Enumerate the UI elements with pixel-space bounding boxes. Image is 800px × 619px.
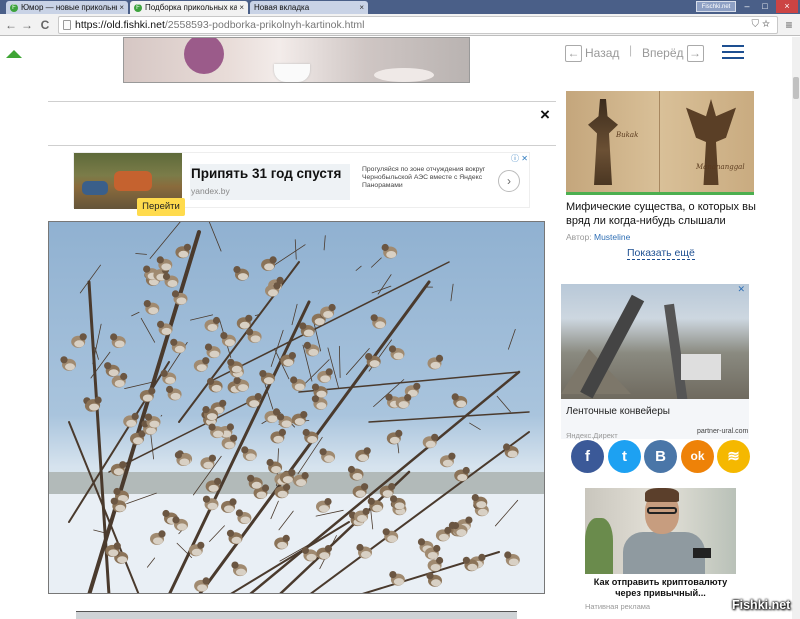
url-host: https://old.fishki.net (75, 19, 165, 31)
ad-domain: yandex.by (191, 186, 230, 196)
go-button[interactable]: Перейти (137, 198, 185, 216)
ad-card-title[interactable]: Ленточные конвейеры (566, 406, 670, 417)
tab-label: Подборка прикольных кар (145, 3, 238, 12)
image-caption: Bukak (616, 131, 639, 139)
native-ad-card[interactable]: Как отправить криптовалюту через привычн… (585, 488, 736, 611)
next-photo-preview (76, 611, 517, 619)
previous-article-photo (123, 37, 470, 83)
page-viewport: × Припять 31 год спустя yandex.by Прогул… (0, 37, 800, 619)
native-ad-image[interactable] (585, 488, 736, 574)
sparrows-illustration (49, 222, 544, 593)
next-article-button[interactable]: Вперёд → (642, 44, 707, 62)
window-user-badge: Fischki.net (696, 1, 736, 12)
back-button[interactable]: ← (4, 17, 18, 33)
odnoklassniki-icon[interactable]: ok (681, 440, 714, 473)
ad-card-conveyors[interactable]: ✕ Ленточные конвейеры (561, 284, 749, 439)
facebook-icon[interactable]: f (571, 440, 604, 473)
author-link[interactable]: Musteline (594, 232, 630, 242)
tab-humor[interactable]: F Юмор — новые прикольные... × (6, 1, 128, 14)
article-card-author: Автор: Musteline (566, 232, 756, 242)
article-card-mythical[interactable]: Bukak Manananggal Мифические существа, о… (566, 91, 756, 242)
ad-arrow-button[interactable]: › (498, 170, 520, 192)
image-caption: Manananggal (696, 163, 745, 171)
native-ad-label: Нативная реклама (585, 602, 651, 611)
prev-label: Назад (585, 46, 620, 60)
tab-bar: F Юмор — новые прикольные... × F Подборк… (0, 0, 800, 14)
prev-article-button[interactable]: ← Назад (562, 44, 619, 62)
ad-card-image[interactable]: ✕ (561, 284, 749, 399)
tab-podborka[interactable]: F Подборка прикольных кар × (130, 1, 248, 14)
article-card-image[interactable]: Bukak Manananggal (566, 91, 754, 195)
next-label: Вперёд (642, 46, 684, 60)
article-navigation: ← Назад | Вперёд → (556, 37, 792, 71)
native-ad-title[interactable]: Как отправить криптовалюту через привычн… (585, 577, 736, 599)
section-divider (48, 101, 556, 102)
arrow-left-icon: ← (565, 44, 582, 62)
nav-separator: | (629, 43, 633, 57)
scroll-top-arrow-icon[interactable] (6, 50, 22, 58)
twitter-icon[interactable]: t (608, 440, 641, 473)
forward-button[interactable]: → (20, 17, 34, 33)
fishki-favicon-icon: F (134, 3, 142, 12)
site-watermark: Fishki.net (732, 598, 791, 612)
tab-close-icon[interactable]: × (119, 3, 124, 12)
browser-toolbar: ← → C https://old.fishki.net/2558593-pod… (0, 14, 800, 36)
tab-close-icon[interactable]: × (239, 3, 244, 12)
ad-info-close-icon[interactable]: ⓘ ✕ (511, 153, 528, 164)
window-close-button[interactable]: × (776, 0, 798, 13)
rss-icon[interactable]: ≋ (717, 440, 750, 473)
tab-new[interactable]: Новая вкладка × (250, 1, 368, 14)
fishki-favicon-icon: F (10, 3, 18, 12)
url-path: /2558593-podborka-prikolnyh-kartinok.htm… (164, 19, 365, 31)
reload-button[interactable]: C (38, 17, 52, 33)
author-prefix: Автор: (566, 232, 592, 242)
scrollbar-thumb[interactable] (793, 77, 799, 99)
tab-label: Новая вкладка (254, 3, 310, 12)
tab-label: Юмор — новые прикольные... (21, 3, 117, 12)
browser-menu-button[interactable]: ≡ (782, 17, 796, 33)
page-scrollbar[interactable] (792, 37, 800, 619)
hamburger-menu-icon[interactable] (722, 45, 744, 59)
ad-body-text: Прогуляйся по зоне отчуждения вокруг Чер… (362, 166, 486, 189)
arrow-right-icon: → (686, 44, 704, 62)
vkontakte-icon[interactable]: B (644, 440, 677, 473)
page-info-icon[interactable] (63, 20, 71, 30)
minimize-button[interactable]: – (738, 0, 756, 13)
article-card-title[interactable]: Мифические существа, о которых вы вряд л… (566, 200, 756, 228)
section-divider (48, 145, 556, 146)
ad-close-icon[interactable]: ✕ (737, 284, 745, 295)
ad-title[interactable]: Припять 31 год спустя (191, 166, 341, 181)
maximize-button[interactable]: □ (756, 0, 774, 13)
ad-card-domain: partner-ural.com (697, 428, 749, 435)
show-more-link[interactable]: Показать ещё (627, 247, 695, 260)
address-bar[interactable]: https://old.fishki.net/2558593-podborka-… (58, 16, 778, 34)
tab-close-icon[interactable]: × (359, 3, 364, 12)
sparrows-photo (48, 221, 545, 594)
social-share-bar: f t B ok ≋ (571, 440, 751, 474)
yandex-direct-label[interactable]: Яндекс.Директ (566, 431, 618, 440)
close-ad-icon[interactable]: × (540, 105, 550, 125)
shield-star-icon[interactable]: ⛉☆ (752, 17, 774, 33)
